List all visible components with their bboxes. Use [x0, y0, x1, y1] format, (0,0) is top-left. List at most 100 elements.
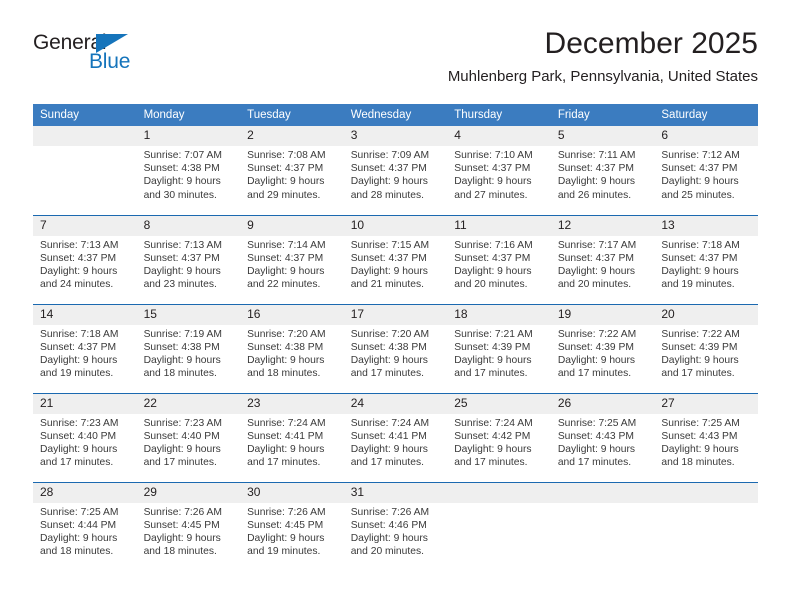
day-cell[interactable] [654, 481, 758, 571]
day-number: 6 [654, 126, 758, 146]
day-number [447, 482, 551, 503]
day-details: Sunrise: 7:12 AM Sunset: 4:37 PM Dayligh… [654, 146, 758, 202]
weekday-header-sunday: Sunday [33, 104, 137, 126]
day-cell[interactable]: 30 Sunrise: 7:26 AM Sunset: 4:45 PM Dayl… [240, 481, 344, 571]
calendar-body: 1 Sunrise: 7:07 AM Sunset: 4:38 PM Dayli… [33, 126, 758, 571]
sunset-text: Sunset: 4:39 PM [661, 341, 738, 353]
day-cell[interactable] [550, 481, 655, 571]
day-cell[interactable]: 11 Sunrise: 7:16 AM Sunset: 4:37 PM Dayl… [447, 214, 551, 304]
day-number: 27 [654, 393, 758, 414]
day-cell[interactable]: 6 Sunrise: 7:12 AM Sunset: 4:37 PM Dayli… [654, 126, 758, 215]
day-details: Sunrise: 7:18 AM Sunset: 4:37 PM Dayligh… [654, 236, 758, 292]
day-cell[interactable]: 29 Sunrise: 7:26 AM Sunset: 4:45 PM Dayl… [136, 481, 241, 571]
day-cell[interactable]: 27 Sunrise: 7:25 AM Sunset: 4:43 PM Dayl… [654, 392, 758, 482]
day-details: Sunrise: 7:26 AM Sunset: 4:45 PM Dayligh… [240, 503, 344, 559]
daylight-text-line1: Daylight: 9 hours [661, 354, 739, 366]
daylight-text-line1: Daylight: 9 hours [143, 354, 221, 366]
day-details: Sunrise: 7:14 AM Sunset: 4:37 PM Dayligh… [240, 236, 344, 292]
day-cell[interactable]: 12 Sunrise: 7:17 AM Sunset: 4:37 PM Dayl… [550, 214, 655, 304]
day-cell[interactable]: 31 Sunrise: 7:26 AM Sunset: 4:46 PM Dayl… [343, 481, 448, 571]
daylight-text-line2: and 29 minutes. [247, 189, 321, 201]
day-cell[interactable]: 26 Sunrise: 7:25 AM Sunset: 4:43 PM Dayl… [550, 392, 655, 482]
page-subtitle: Muhlenberg Park, Pennsylvania, United St… [447, 68, 758, 85]
day-cell[interactable]: 13 Sunrise: 7:18 AM Sunset: 4:37 PM Dayl… [654, 214, 758, 304]
day-cell[interactable]: 20 Sunrise: 7:22 AM Sunset: 4:39 PM Dayl… [654, 303, 758, 393]
day-number: 13 [654, 215, 758, 236]
day-details: Sunrise: 7:26 AM Sunset: 4:45 PM Dayligh… [137, 503, 241, 559]
day-cell[interactable]: 18 Sunrise: 7:21 AM Sunset: 4:39 PM Dayl… [447, 303, 551, 393]
daylight-text-line1: Daylight: 9 hours [350, 443, 428, 455]
day-number: 21 [33, 393, 137, 414]
day-cell[interactable]: 9 Sunrise: 7:14 AM Sunset: 4:37 PM Dayli… [240, 214, 344, 304]
sunrise-text: Sunrise: 7:24 AM [454, 417, 533, 429]
daylight-text-line2: and 18 minutes. [661, 457, 735, 469]
day-number: 8 [136, 215, 241, 236]
day-cell[interactable]: 21 Sunrise: 7:23 AM Sunset: 4:40 PM Dayl… [33, 392, 137, 482]
daylight-text-line2: and 17 minutes. [557, 368, 632, 380]
day-details [447, 503, 551, 506]
day-cell[interactable]: 4 Sunrise: 7:10 AM Sunset: 4:37 PM Dayli… [447, 126, 551, 215]
day-number: 20 [654, 304, 758, 325]
day-number: 22 [136, 393, 241, 414]
day-cell[interactable]: 25 Sunrise: 7:24 AM Sunset: 4:42 PM Dayl… [447, 392, 551, 482]
title-block: December 2025 Muhlenberg Park, Pennsylva… [448, 26, 758, 88]
calendar-week-row: 14 Sunrise: 7:18 AM Sunset: 4:37 PM Dayl… [33, 303, 758, 393]
day-details: Sunrise: 7:11 AM Sunset: 4:37 PM Dayligh… [551, 146, 655, 202]
day-cell[interactable] [447, 481, 551, 571]
daylight-text-line1: Daylight: 9 hours [661, 443, 739, 455]
day-cell[interactable]: 8 Sunrise: 7:13 AM Sunset: 4:37 PM Dayli… [136, 214, 241, 304]
sunset-text: Sunset: 4:37 PM [454, 252, 531, 264]
sunrise-text: Sunrise: 7:18 AM [40, 328, 119, 340]
day-number: 1 [136, 126, 241, 146]
day-details: Sunrise: 7:22 AM Sunset: 4:39 PM Dayligh… [654, 325, 758, 381]
day-number: 14 [33, 304, 137, 325]
day-cell[interactable]: 3 Sunrise: 7:09 AM Sunset: 4:37 PM Dayli… [343, 126, 448, 215]
day-number: 26 [550, 393, 655, 414]
day-cell[interactable]: 28 Sunrise: 7:25 AM Sunset: 4:44 PM Dayl… [33, 481, 137, 571]
day-cell[interactable]: 2 Sunrise: 7:08 AM Sunset: 4:37 PM Dayli… [240, 126, 344, 215]
day-details: Sunrise: 7:13 AM Sunset: 4:37 PM Dayligh… [33, 236, 137, 292]
sunrise-text: Sunrise: 7:16 AM [454, 239, 533, 251]
day-cell[interactable]: 7 Sunrise: 7:13 AM Sunset: 4:37 PM Dayli… [33, 214, 137, 304]
day-details: Sunrise: 7:19 AM Sunset: 4:38 PM Dayligh… [137, 325, 241, 381]
day-number: 28 [33, 482, 137, 503]
sunset-text: Sunset: 4:43 PM [661, 430, 738, 442]
daylight-text-line1: Daylight: 9 hours [350, 176, 428, 188]
calendar-table: Sunday Monday Tuesday Wednesday Thursday… [33, 104, 758, 571]
day-cell[interactable]: 10 Sunrise: 7:15 AM Sunset: 4:37 PM Dayl… [343, 214, 448, 304]
sunrise-text: Sunrise: 7:22 AM [557, 328, 637, 340]
sunset-text: Sunset: 4:37 PM [40, 341, 117, 353]
day-details: Sunrise: 7:17 AM Sunset: 4:37 PM Dayligh… [551, 236, 655, 292]
page-header: General Blue December 2025 Muhlenberg Pa… [33, 26, 758, 98]
daylight-text-line2: and 20 minutes. [454, 279, 528, 291]
day-details [654, 503, 758, 506]
daylight-text-line2: and 17 minutes. [350, 457, 424, 469]
day-cell[interactable]: 15 Sunrise: 7:19 AM Sunset: 4:38 PM Dayl… [136, 303, 241, 393]
daylight-text-line2: and 28 minutes. [350, 189, 424, 201]
day-cell[interactable]: 19 Sunrise: 7:22 AM Sunset: 4:39 PM Dayl… [550, 303, 655, 393]
day-cell[interactable]: 14 Sunrise: 7:18 AM Sunset: 4:37 PM Dayl… [33, 303, 137, 393]
day-cell[interactable]: 1 Sunrise: 7:07 AM Sunset: 4:38 PM Dayli… [136, 126, 241, 215]
sunset-text: Sunset: 4:37 PM [661, 163, 738, 175]
sunrise-text: Sunrise: 7:18 AM [661, 239, 740, 251]
daylight-text-line1: Daylight: 9 hours [143, 176, 221, 188]
sunrise-text: Sunrise: 7:24 AM [350, 417, 430, 429]
sunrise-text: Sunrise: 7:26 AM [350, 506, 430, 518]
general-blue-logo[interactable]: General Blue [33, 32, 203, 88]
day-number: 29 [136, 482, 241, 503]
sunset-text: Sunset: 4:37 PM [40, 252, 117, 264]
day-cell[interactable]: 22 Sunrise: 7:23 AM Sunset: 4:40 PM Dayl… [136, 392, 241, 482]
day-cell[interactable]: 5 Sunrise: 7:11 AM Sunset: 4:37 PM Dayli… [550, 126, 655, 215]
day-cell[interactable]: 16 Sunrise: 7:20 AM Sunset: 4:38 PM Dayl… [240, 303, 344, 393]
day-details: Sunrise: 7:15 AM Sunset: 4:37 PM Dayligh… [344, 236, 448, 292]
sunrise-text: Sunrise: 7:17 AM [557, 239, 637, 251]
day-cell[interactable]: 23 Sunrise: 7:24 AM Sunset: 4:41 PM Dayl… [240, 392, 344, 482]
daylight-text-line2: and 20 minutes. [557, 279, 632, 291]
sunrise-text: Sunrise: 7:24 AM [247, 417, 326, 429]
daylight-text-line2: and 17 minutes. [661, 368, 735, 380]
day-cell[interactable]: 24 Sunrise: 7:24 AM Sunset: 4:41 PM Dayl… [343, 392, 448, 482]
day-cell[interactable] [33, 126, 137, 215]
day-cell[interactable]: 17 Sunrise: 7:20 AM Sunset: 4:38 PM Dayl… [343, 303, 448, 393]
daylight-text-line2: and 26 minutes. [557, 189, 632, 201]
daylight-text-line1: Daylight: 9 hours [40, 443, 118, 455]
